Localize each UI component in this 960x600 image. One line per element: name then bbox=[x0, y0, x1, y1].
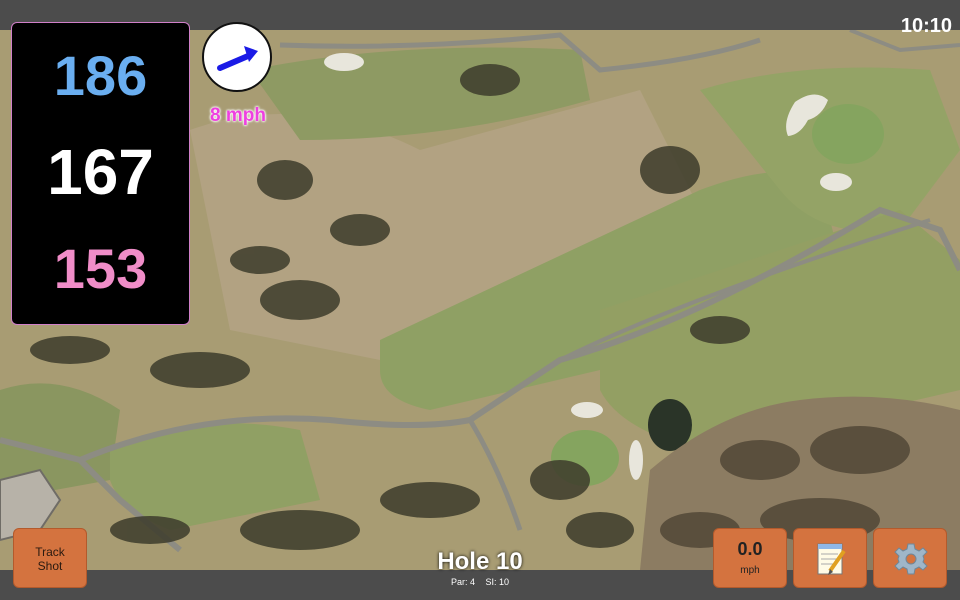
hole-info: Par: 4 SI: 10 bbox=[380, 577, 580, 587]
track-shot-label-line1: Track bbox=[35, 545, 65, 559]
hole-title: Hole 10 bbox=[437, 548, 523, 575]
settings-button[interactable] bbox=[873, 528, 947, 588]
track-shot-label-line2: Shot bbox=[37, 559, 63, 573]
speed-button[interactable]: 0.0 mph bbox=[713, 528, 787, 588]
wind-speed-label: 8 mph bbox=[210, 105, 266, 126]
front-yardage: 153 bbox=[53, 237, 148, 300]
notes-button[interactable] bbox=[793, 528, 867, 588]
back-yardage: 186 bbox=[53, 44, 148, 107]
par-label: Par: 4 bbox=[450, 577, 475, 587]
arrow-up-right-icon bbox=[217, 46, 258, 71]
speed-value: 0.0 bbox=[737, 539, 763, 559]
notepad-icon bbox=[817, 543, 846, 575]
gear-icon bbox=[894, 543, 928, 575]
stroke-index-label: SI: 10 bbox=[485, 577, 510, 587]
center-yardage: 167 bbox=[47, 136, 154, 208]
yardage-panel: 186 167 153 bbox=[11, 22, 190, 325]
speed-unit: mph bbox=[740, 565, 760, 576]
wind-direction-indicator bbox=[202, 22, 272, 92]
status-clock: 10:10 bbox=[900, 15, 952, 37]
track-shot-button[interactable]: Track Shot bbox=[13, 528, 87, 588]
